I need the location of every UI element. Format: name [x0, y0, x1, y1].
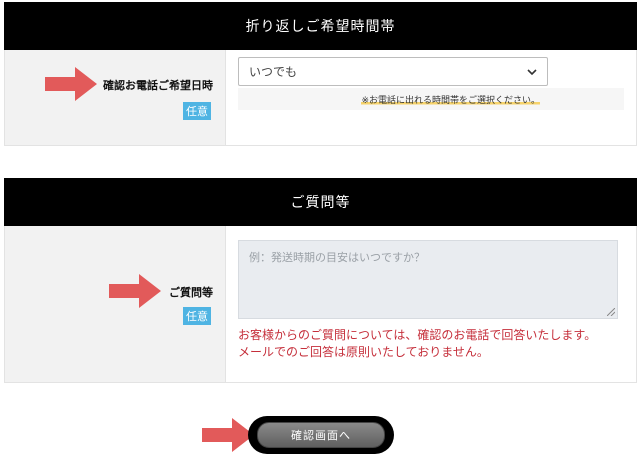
callback-header: 折り返しご希望時間帯: [4, 2, 637, 50]
callback-row: 確認お電話ご希望日時 任意 いつでも ※お電話に出れる時間帯をご選択ください。: [4, 50, 637, 146]
questions-section: ご質問等 ご質問等 任意 例：発送時期の目安はいつですか？ お客様からのご質問に…: [4, 178, 637, 383]
callback-header-title: 折り返しご希望時間帯: [245, 19, 396, 35]
optional-badge: 任意: [183, 307, 211, 325]
optional-badge: 任意: [183, 102, 211, 120]
callback-field-label: 確認お電話ご希望日時: [103, 79, 213, 92]
questions-note: お客様からのご質問については、確認のお電話で回答いたします。 メールでのご回答は…: [238, 327, 596, 361]
arrow-right-icon: [202, 418, 254, 452]
questions-textarea-placeholder: 例：発送時期の目安はいつですか？: [249, 251, 425, 264]
questions-note-line2: メールでのご回答は原則いたしておりません。: [238, 345, 489, 359]
confirm-button[interactable]: 確認画面へ: [257, 422, 385, 448]
questions-header-title: ご質問等: [290, 195, 351, 211]
confirm-button-frame: 確認画面へ: [248, 416, 394, 454]
callback-input-cell: いつでも ※お電話に出れる時間帯をご選択ください。: [226, 50, 636, 145]
callback-section: 折り返しご希望時間帯 確認お電話ご希望日時 任意 いつでも ※お電話に出れる時間…: [4, 2, 637, 146]
callback-notice: ※お電話に出れる時間帯をご選択ください。: [238, 88, 624, 110]
callback-label-cell: 確認お電話ご希望日時 任意: [5, 50, 226, 145]
arrow-right-icon: [45, 67, 97, 101]
questions-field-label: ご質問等: [169, 286, 213, 299]
questions-note-line1: お客様からのご質問については、確認のお電話で回答いたします。: [238, 328, 597, 342]
arrow-right-icon: [109, 274, 161, 308]
callback-time-select[interactable]: いつでも: [238, 57, 548, 86]
questions-label-cell: ご質問等 任意: [5, 226, 226, 382]
questions-header: ご質問等: [4, 178, 637, 226]
chevron-down-icon: [527, 68, 537, 75]
questions-textarea[interactable]: 例：発送時期の目安はいつですか？: [238, 240, 618, 319]
questions-row: ご質問等 任意 例：発送時期の目安はいつですか？ お客様からのご質問については、…: [4, 226, 637, 383]
callback-time-select-value: いつでも: [249, 65, 298, 79]
callback-notice-text: ※お電話に出れる時間帯をご選択ください。: [361, 92, 540, 106]
resize-handle-icon[interactable]: [607, 308, 615, 316]
questions-input-cell: 例：発送時期の目安はいつですか？ お客様からのご質問については、確認のお電話で回…: [226, 226, 636, 382]
